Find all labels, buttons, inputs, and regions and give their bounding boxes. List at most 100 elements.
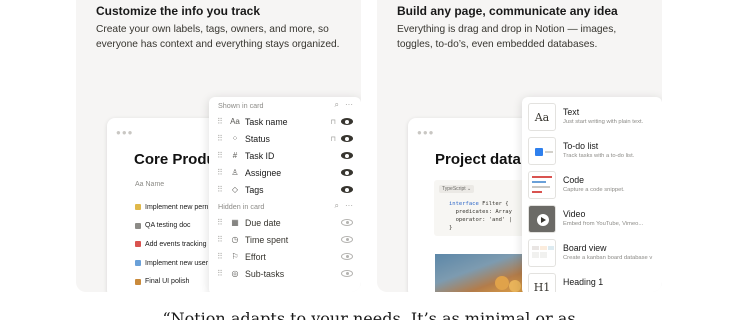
more-icon[interactable]: ··· [345,201,353,211]
visibility-eye-icon[interactable] [341,253,353,260]
block-name: Text [563,107,580,117]
visibility-eye-icon[interactable] [341,186,353,193]
code-line: operator: 'and' | [449,216,512,224]
table-row[interactable]: Implement new user [135,254,208,273]
page-icon [135,222,141,229]
code-line: } [449,224,512,232]
property-row[interactable]: ⠿ ◷ Time spent [209,231,361,248]
block-menu-item-video[interactable]: Video Embed from YouTube, Vimeo... [527,205,662,235]
property-row[interactable]: ⠿ Aa Task name ⊓ [209,113,361,130]
property-type-icon: ◇ [231,185,239,194]
block-menu-item-code[interactable]: Code Capture a code snippet. [527,171,662,201]
property-row[interactable]: ⠿ ♙ Assignee [209,164,361,181]
code-language-select[interactable]: TypeScript ⌄ [439,185,475,193]
code-lines: interface Filter { predicates: Array ope… [449,200,512,232]
window-dots: ●●● [116,128,134,137]
shown-section-label: Shown in card [218,100,264,110]
search-icon[interactable]: ⌕ [335,100,339,110]
table-row[interactable]: QA testing doc [135,217,208,236]
property-row[interactable]: ⠿ ◇ Tags [209,181,361,198]
drag-handle-icon[interactable]: ⠿ [217,117,225,126]
property-type-icon: ⚐ [231,252,239,261]
property-label: Effort [245,251,266,262]
more-icon[interactable]: ··· [345,100,353,110]
property-label: Time spent [245,234,289,245]
drag-handle-icon[interactable]: ⠿ [217,235,225,244]
name-column-header: Aa Name [135,181,165,188]
database-title: Core Produ [134,151,216,168]
page-icon [135,260,141,267]
drag-handle-icon[interactable]: ⠿ [217,185,225,194]
lock-icon: ⊓ [330,135,336,143]
block-description: Capture a code snippet. [563,187,625,193]
block-menu-item-heading-1[interactable]: H1 Heading 1 [527,273,662,292]
page-icon [135,204,141,211]
visibility-eye-icon[interactable] [341,118,353,125]
drag-handle-icon[interactable]: ⠿ [217,269,225,278]
property-row[interactable]: ⠿ ▦ Due date [209,214,361,231]
shown-section-header: Shown in card ⌕ ··· [209,97,361,113]
table-row[interactable]: Add new icons [135,291,208,292]
property-label: Due date [245,217,281,228]
code-line: interface Filter { [449,200,512,208]
row-title: QA testing doc [145,222,191,230]
card-title: Build any page, communicate any idea [397,4,618,18]
property-row[interactable]: ⠿ ◎ Sub-tasks [209,265,361,282]
table-row[interactable]: Add events tracking [135,235,208,254]
block-name: To-do list [563,141,599,151]
row-title: Implement new pern [145,203,209,211]
block-thumb-icon: Aa [528,103,556,131]
property-type-icon: ▦ [231,218,239,227]
block-name: Heading 1 [563,277,604,287]
drag-handle-icon[interactable]: ⠿ [217,134,225,143]
code-text: predicates: Array [449,209,512,215]
build-page-card: Build any page, communicate any idea Eve… [377,0,662,292]
block-name: Board view [563,243,607,253]
drag-handle-icon[interactable]: ⠿ [217,252,225,261]
block-menu-item-to-do-list[interactable]: To-do list Track tasks with a to-do list. [527,137,662,167]
visibility-eye-icon[interactable] [341,169,353,176]
property-type-icon: ⁘ [231,134,239,143]
hidden-section-label: Hidden in card [218,201,265,211]
database-rows: Implement new pern QA testing doc Add even… [135,198,208,292]
row-title: Implement new user [145,259,209,267]
block-menu-item-board-view[interactable]: Board view Create a kanban board database… [527,239,662,269]
property-row[interactable]: ⠿ ⚐ Effort [209,248,361,265]
block-description: Create a kanban board database v [563,255,653,261]
property-type-icon: ♙ [231,168,239,177]
table-row[interactable]: Final UI polish [135,272,208,291]
property-type-icon: Aa [230,117,240,126]
row-title: Add events tracking [145,240,207,248]
card-description: Create your own labels, tags, owners, an… [96,24,340,50]
visibility-eye-icon[interactable] [341,270,353,277]
visibility-eye-icon[interactable] [341,236,353,243]
search-icon[interactable]: ⌕ [335,201,339,211]
property-label: Task ID [245,150,275,161]
block-thumb-icon [528,137,556,165]
block-thumb-icon [528,239,556,267]
code-text: operator: 'and' | [449,217,512,223]
visibility-eye-icon[interactable] [341,135,353,142]
block-name: Video [563,209,586,219]
visibility-eye-icon[interactable] [341,219,353,226]
visibility-eye-icon[interactable] [341,152,353,159]
property-label: Status [245,133,270,144]
window-dots: ●●● [417,128,435,137]
drag-handle-icon[interactable]: ⠿ [217,168,225,177]
shown-properties: ⠿ Aa Task name ⊓ ⠿ ⁘ Status ⊓ ⠿ # Task ID ⠿ ♙ Assigne… [209,113,361,198]
project-title: Project data [435,151,521,168]
card-title: Customize the info you track [96,4,261,18]
drag-handle-icon[interactable]: ⠿ [217,218,225,227]
code-text: } [449,225,453,231]
block-description: Just start writing with plain text. [563,119,644,125]
property-row[interactable]: ⠿ # Task ID [209,147,361,164]
code-keyword: interface [449,201,483,207]
block-description: Embed from YouTube, Vimeo... [563,221,644,227]
table-row[interactable]: Implement new pern [135,198,208,217]
drag-handle-icon[interactable]: ⠿ [217,151,225,160]
customize-card: Customize the info you track Create your… [76,0,361,292]
block-menu-item-text[interactable]: Aa Text Just start writing with plain text… [527,103,662,133]
property-row[interactable]: ⠿ ⁘ Status ⊓ [209,130,361,147]
block-thumb-icon [528,205,556,233]
block-thumb-icon [528,171,556,199]
